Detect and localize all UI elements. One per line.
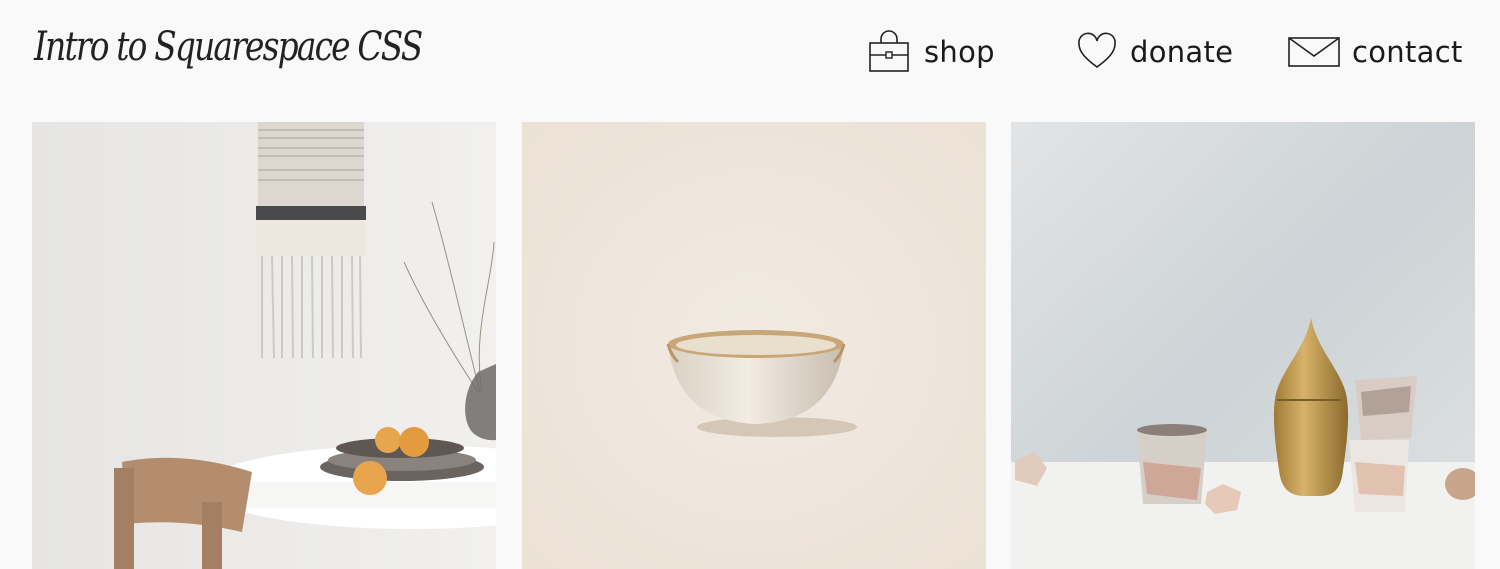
site-title[interactable]: Intro to Squarespace CSS xyxy=(34,24,423,70)
nav-donate-label: donate xyxy=(1130,35,1234,69)
shopping-bag-icon xyxy=(866,29,912,75)
nav-donate-link[interactable]: donate xyxy=(1076,24,1233,80)
gallery-image-dining-table[interactable] xyxy=(32,122,496,569)
nav-shop-link[interactable]: shop xyxy=(866,24,995,80)
gallery-image-ceramic-bowl[interactable] xyxy=(522,122,986,569)
nav-contact-label: contact xyxy=(1352,35,1463,69)
gallery-image-ceramics[interactable] xyxy=(1011,122,1475,569)
envelope-icon xyxy=(1288,35,1340,69)
nav-shop-label: shop xyxy=(924,35,995,69)
nav-contact-link[interactable]: contact xyxy=(1288,24,1463,80)
site-header: Intro to Squarespace CSS shop donate con… xyxy=(0,0,1500,110)
heart-icon xyxy=(1076,31,1118,73)
